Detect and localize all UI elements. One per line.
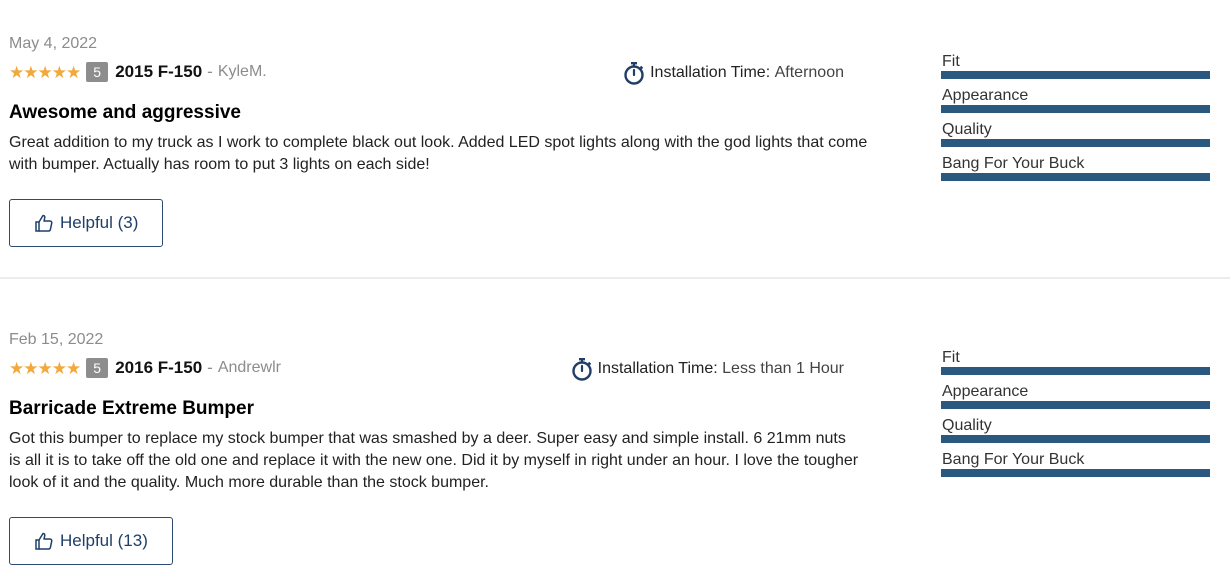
rating-row-appearance: Appearance [941, 86, 1210, 120]
review-body: Got this bumper to replace my stock bump… [9, 430, 859, 491]
review-vehicle: 2016 F-150 [115, 358, 203, 377]
rating-bar [941, 469, 1210, 477]
stopwatch-icon [571, 358, 592, 381]
review-meta: ★★★★★ 5 2016 F-150 - Andrewlr [9, 358, 281, 378]
rating-fill [941, 139, 1210, 147]
helpful-label: Helpful (3) [60, 213, 139, 232]
helpful-button[interactable]: Helpful (13) [9, 517, 173, 565]
rating-row-fit: Fit [941, 348, 1210, 382]
rating-row-quality: Quality [941, 120, 1210, 154]
rating-bar [941, 71, 1210, 79]
review-date: Feb 15, 2022 [9, 331, 104, 348]
meta-separator: - [207, 62, 213, 81]
rating-fill [941, 105, 1210, 113]
install-value: Afternoon [774, 64, 844, 81]
review-vehicle: 2015 F-150 [115, 62, 203, 81]
rating-row-appearance: Appearance [941, 382, 1210, 416]
rating-row-value: Bang For Your Buck [941, 154, 1210, 188]
review-card: May 4, 2022 ★★★★★ 5 2015 F-150 - KyleM. … [0, 0, 1230, 278]
review-card: Feb 15, 2022 ★★★★★ 5 2016 F-150 - Andrew… [0, 278, 1230, 574]
rating-row-fit: Fit [941, 52, 1210, 86]
rating-fill [941, 435, 1210, 443]
star-rating-icon: ★★★★★ [9, 62, 81, 82]
rating-bar [941, 435, 1210, 443]
rating-fill [941, 173, 1210, 181]
rating-fill [941, 71, 1210, 79]
rating-label: Quality [942, 121, 992, 138]
rating-label: Bang For Your Buck [942, 451, 1085, 468]
review-body: Great addition to my truck as I work to … [9, 134, 868, 173]
meta-separator: - [207, 358, 213, 377]
ratings-panel: Fit Appearance Quality Bang For Your Buc… [941, 348, 1210, 484]
installation-time: Installation Time: Less than 1 Hour [571, 357, 844, 381]
rating-fill [941, 401, 1210, 409]
rating-row-value: Bang For Your Buck [941, 450, 1210, 484]
install-label: Installation Time: [597, 360, 718, 377]
rating-bar [941, 401, 1210, 409]
rating-fill [941, 367, 1210, 375]
rating-label: Fit [942, 53, 960, 70]
score-badge: 5 [86, 358, 109, 378]
install-label: Installation Time: [650, 64, 771, 81]
rating-fill [941, 469, 1210, 477]
helpful-label: Helpful (13) [60, 531, 148, 550]
installation-time: Installation Time: Afternoon [623, 61, 844, 85]
star-rating-icon: ★★★★★ [9, 358, 81, 378]
rating-label: Bang For Your Buck [942, 155, 1085, 172]
review-title: Awesome and aggressive [9, 102, 241, 123]
rating-bar [941, 105, 1210, 113]
helpful-button[interactable]: Helpful (3) [9, 199, 164, 247]
review-date: May 4, 2022 [9, 35, 98, 52]
ratings-panel: Fit Appearance Quality Bang For Your Buc… [941, 52, 1210, 188]
review-meta: ★★★★★ 5 2015 F-150 - KyleM. [9, 62, 267, 82]
score-badge: 5 [86, 62, 109, 82]
rating-bar [941, 367, 1210, 375]
rating-label: Appearance [942, 87, 1029, 104]
review-author: KyleM. [217, 63, 267, 80]
rating-label: Appearance [942, 383, 1029, 400]
stopwatch-icon [624, 62, 644, 85]
review-title: Barricade Extreme Bumper [9, 398, 254, 419]
install-value: Less than 1 Hour [722, 360, 844, 377]
thumbs-up-icon [35, 214, 53, 232]
rating-row-quality: Quality [941, 416, 1210, 450]
rating-bar [941, 173, 1210, 181]
rating-label: Fit [942, 349, 960, 366]
rating-bar [941, 139, 1210, 147]
rating-label: Quality [942, 417, 992, 434]
review-author: Andrewlr [217, 359, 281, 376]
thumbs-up-icon [35, 532, 53, 550]
